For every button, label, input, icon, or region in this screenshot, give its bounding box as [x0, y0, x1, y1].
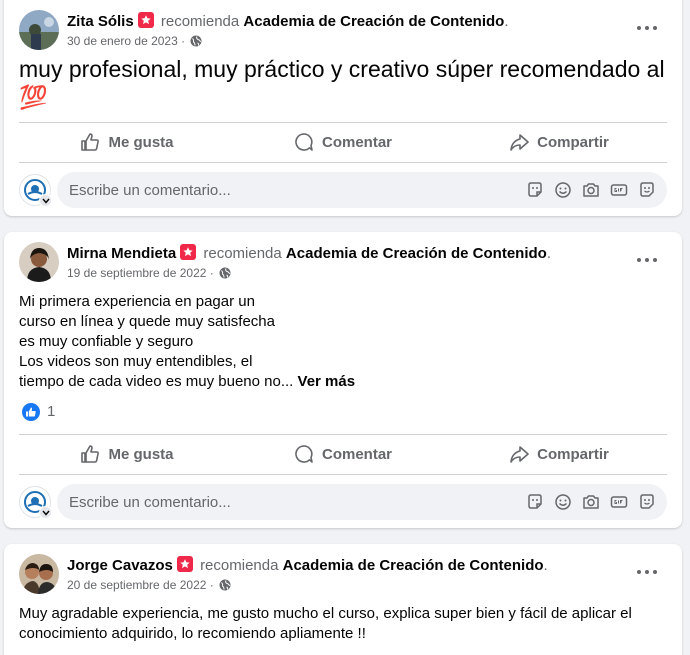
post-date[interactable]: 20 de septiembre de 2022 [67, 578, 206, 592]
comment-button[interactable]: Comentar [235, 435, 451, 473]
avatar-sticker-icon[interactable] [637, 492, 657, 512]
divider [19, 162, 667, 163]
avatar[interactable] [19, 242, 59, 282]
avatar[interactable] [19, 554, 59, 594]
period: . [546, 245, 551, 262]
post-header: Zita Sólis recomienda Academia de Creaci… [19, 10, 667, 52]
author-name[interactable]: Mirna Mendieta [67, 245, 176, 262]
post-text-content: muy profesional, muy práctico y creativo… [19, 56, 665, 82]
date-separator: · [206, 578, 218, 592]
action-bar: Me gusta Comentar Compartir [19, 435, 667, 473]
thumbs-up-icon [81, 133, 100, 151]
more-options-button[interactable] [635, 560, 659, 584]
post-header: Jorge Cavazos recomienda Academia de Cre… [19, 554, 667, 596]
gif-icon[interactable] [609, 180, 629, 200]
author-name[interactable]: Zita Sólis [67, 13, 134, 30]
page-name-link[interactable]: Academia de Creación de Contenido [243, 13, 504, 30]
divider [19, 474, 667, 475]
share-label: Compartir [537, 133, 609, 151]
hundred-points-emoji: 💯 [19, 84, 48, 110]
globe-icon [219, 267, 231, 279]
camera-icon[interactable] [581, 492, 601, 512]
action-bar: Me gusta Comentar Compartir [19, 123, 667, 161]
thumbs-up-icon [81, 445, 100, 463]
more-options-button[interactable] [635, 248, 659, 272]
post-date[interactable]: 30 de enero de 2023 [67, 34, 178, 48]
recommends-text: recomienda [200, 557, 279, 574]
date-separator: · [177, 34, 189, 48]
share-arrow-icon [510, 446, 529, 463]
camera-icon[interactable] [581, 180, 601, 200]
comment-label: Comentar [321, 445, 392, 463]
recommend-star-icon [176, 556, 193, 572]
sticker-icon[interactable] [525, 492, 545, 512]
chevron-down-icon[interactable] [39, 506, 52, 519]
recommends-text: recomienda [160, 13, 240, 30]
share-button[interactable]: Compartir [451, 123, 667, 161]
post-header: Mirna Mendieta recomienda Academia de Cr… [19, 242, 667, 284]
avatar-sticker-icon[interactable] [637, 180, 657, 200]
avatar[interactable] [19, 10, 59, 50]
more-options-button[interactable] [635, 16, 659, 40]
recommend-star-icon [180, 244, 197, 260]
like-button[interactable]: Me gusta [19, 123, 235, 161]
comment-tools [517, 492, 657, 512]
post-text-line: curso en línea y quede muy satisfecha [19, 313, 275, 330]
comment-composer [19, 172, 667, 208]
comment-button[interactable]: Comentar [235, 123, 451, 161]
comment-tools [517, 180, 657, 200]
post-text: muy profesional, muy práctico y creativo… [19, 55, 667, 111]
recommends-text: recomienda [203, 245, 282, 262]
share-button[interactable]: Compartir [451, 435, 667, 473]
share-label: Compartir [537, 445, 609, 463]
page-name-link[interactable]: Academia de Creación de Contenido [286, 245, 547, 262]
sticker-icon[interactable] [525, 180, 545, 200]
share-arrow-icon [510, 134, 529, 151]
like-button[interactable]: Me gusta [19, 435, 235, 473]
period: . [504, 13, 509, 30]
like-reaction-icon [22, 403, 40, 421]
post-text: Mi primera experiencia en pagar un curso… [19, 292, 667, 392]
comment-label: Comentar [321, 133, 392, 151]
date-separator: · [206, 266, 218, 280]
emoji-icon[interactable] [553, 180, 573, 200]
globe-icon [219, 579, 231, 591]
post-text: Muy agradable experiencia, me gusto much… [19, 605, 632, 642]
post-text-line: Los videos son muy entendibles, el [19, 353, 253, 370]
review-post: Jorge Cavazos recomienda Academia de Cre… [4, 544, 682, 655]
chevron-down-icon[interactable] [39, 194, 52, 207]
review-post: Zita Sólis recomienda Academia de Creaci… [4, 0, 682, 216]
post-text-truncated: tiempo de cada video es muy bueno no... [19, 373, 294, 390]
globe-icon [190, 35, 202, 47]
like-label: Me gusta [108, 445, 174, 463]
period: . [543, 557, 548, 574]
comment-bubble-icon [295, 133, 313, 151]
review-post: Mirna Mendieta recomienda Academia de Cr… [4, 232, 682, 528]
emoji-icon[interactable] [553, 492, 573, 512]
recommend-star-icon [137, 12, 154, 28]
post-date[interactable]: 19 de septiembre de 2022 [67, 266, 206, 280]
post-text-line: Mi primera experiencia en pagar un [19, 293, 255, 310]
see-more-link[interactable]: Ver más [298, 373, 356, 390]
author-name[interactable]: Jorge Cavazos [67, 557, 173, 574]
post-text-line: es muy confiable y seguro [19, 333, 194, 350]
comment-composer [19, 484, 667, 520]
comment-bubble-icon [295, 445, 313, 463]
like-label: Me gusta [108, 133, 174, 151]
reaction-count: 1 [47, 403, 56, 420]
page-name-link[interactable]: Academia de Creación de Contenido [283, 557, 544, 574]
gif-icon[interactable] [609, 492, 629, 512]
post-text-line: tiempo de cada video es muy bueno no... … [19, 372, 667, 392]
